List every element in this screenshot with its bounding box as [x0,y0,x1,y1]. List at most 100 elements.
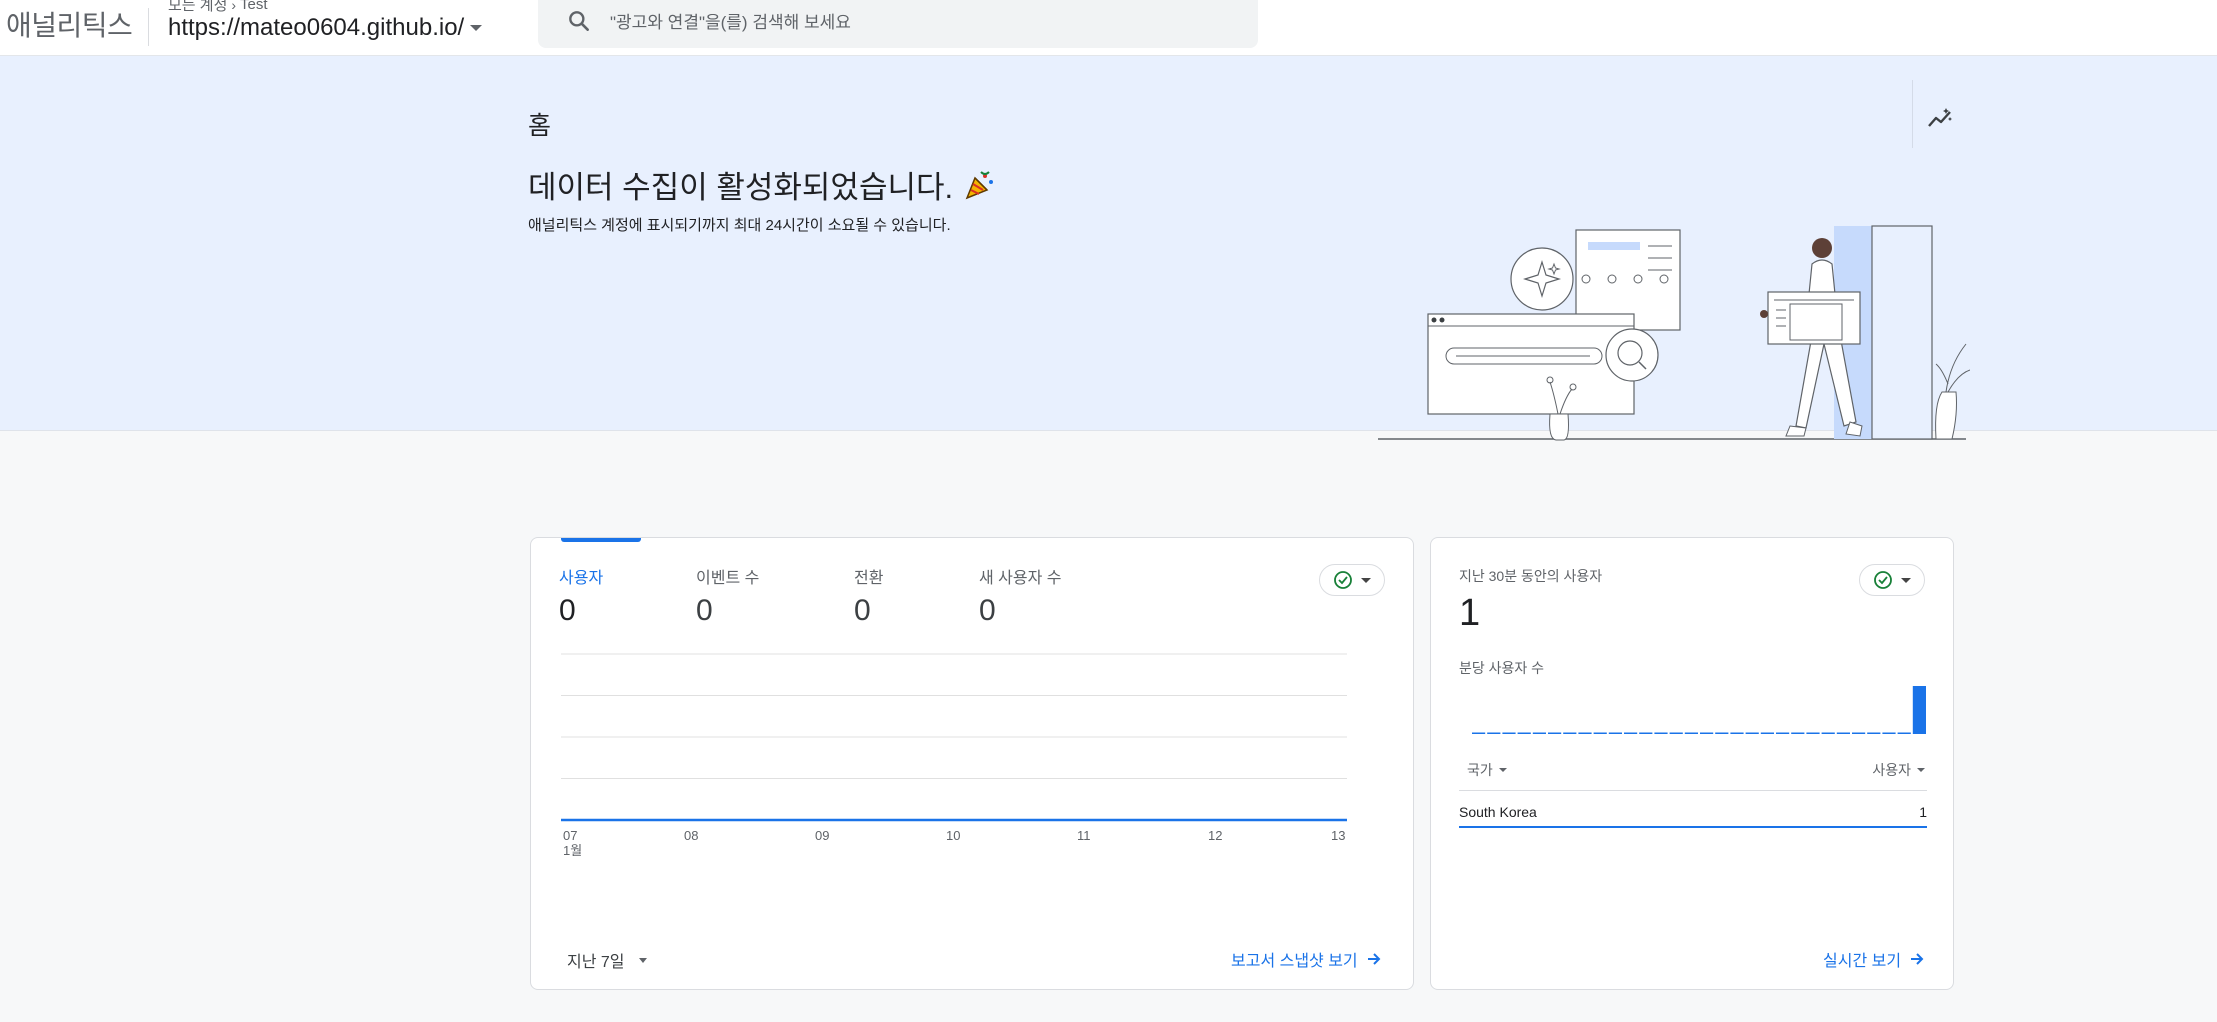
report-snapshot-link[interactable]: 보고서 스냅샷 보기 [1231,947,1382,971]
per-minute-bar [1487,732,1501,734]
chart-x-tick-label: 09 [815,828,829,843]
realtime-status-button[interactable] [1859,564,1925,596]
metric-label: 전환 [854,570,884,587]
insights-icon[interactable] [1926,104,1954,132]
check-circle-icon [1874,571,1892,589]
hero-heading: 데이터 수집이 활성화되었습니다. [528,162,997,207]
metric-value: 0 [979,594,996,627]
per-minute-bar [1517,732,1531,734]
per-minute-bar [1715,732,1729,734]
caret-down-icon [1361,577,1371,583]
per-minute-bar [1684,732,1698,734]
per-minute-bar [1548,732,1562,734]
table-row[interactable]: South Korea 1 [1459,798,1927,828]
per-minute-bar [1654,732,1668,734]
app-name[interactable]: 애널리틱스 [6,4,133,44]
users-line-chart: 07 08 09 10 11 12 13 1월 [561,653,1347,858]
metric-value: 0 [696,594,713,627]
per-minute-bar [1821,732,1835,734]
per-minute-bar [1624,732,1638,734]
header-divider [148,8,149,46]
per-minute-bar [1700,732,1714,734]
metric-users[interactable]: 사용자 0 [559,564,603,628]
caret-down-icon [1917,768,1925,772]
date-range-label: 지난 7일 [567,954,625,971]
search-icon [569,11,589,31]
country-cell: South Korea [1459,804,1537,820]
chart-grid [561,653,1347,779]
arrow-right-icon [1367,953,1381,965]
check-circle-icon [1334,571,1352,589]
hero-subtext: 애널리틱스 계정에 표시되기까지 최대 24시간이 소요될 수 있습니다. [528,217,951,234]
chart-x-tick-label: 10 [946,828,960,843]
chart-x-tick-label: 12 [1208,828,1222,843]
users-column-header[interactable]: 사용자 [1872,760,1925,780]
realtime-card: 지난 30분 동안의 사용자 1 분당 사용자 수 국가 사용자 South K… [1430,537,1954,990]
metric-value: 0 [854,594,871,627]
metric-events[interactable]: 이벤트 수 0 [696,564,759,628]
per-minute-bar [1730,732,1744,734]
per-minute-bar [1791,732,1805,734]
chart-x-tick-label: 07 [563,828,577,843]
country-column-label: 국가 [1467,762,1493,778]
party-popper-icon [965,170,994,199]
realtime-view-link[interactable]: 실시간 보기 [1823,947,1925,971]
metric-conversions[interactable]: 전환 0 [854,564,883,628]
per-minute-bar [1882,732,1896,734]
caret-down-icon [1498,768,1507,772]
arrow-right-icon [1911,953,1924,965]
account-breadcrumb[interactable]: 모든 계정 › Test [168,0,268,15]
overview-card: 사용자 0 이벤트 수 0 전환 0 새 사용자 수 0 07 08 09 10 11 1… [530,537,1414,990]
per-minute-bar [1593,732,1607,734]
per-minute-bar [1502,732,1516,734]
users-cell: 1 [1919,804,1927,820]
metric-new-users[interactable]: 새 사용자 수 0 [979,564,1062,628]
report-snapshot-label: 보고서 스냅샷 보기 [1231,953,1358,970]
hero-banner: 홈 데이터 수집이 활성화되었습니다. 애널리틱스 계정에 표시되기까지 최대 … [0,56,2217,441]
per-minute-bar [1760,732,1774,734]
per-minute-bar [1836,732,1850,734]
property-name: https://mateo0604.github.io/ [168,14,465,41]
chevron-right-icon: › [231,0,237,13]
per-minute-bar-chart [1472,686,1926,734]
per-minute-bar [1806,732,1820,734]
page-title: 홈 [528,112,552,140]
per-minute-bar [1669,732,1683,734]
per-minute-bar [1532,732,1546,734]
data-status-button[interactable] [1319,564,1385,596]
hero-illustration [1378,225,1970,441]
table-divider [1459,790,1927,791]
per-minute-bar [1608,732,1622,734]
metric-label: 이벤트 수 [696,570,760,587]
caret-down-icon [470,25,483,31]
per-minute-bar [1578,732,1592,734]
country-column-header[interactable]: 국가 [1467,760,1507,780]
insights-divider [1912,80,1913,148]
property-selector[interactable]: https://mateo0604.github.io/ [168,14,483,42]
caret-down-icon [638,957,647,963]
per-minute-bar [1563,732,1577,734]
top-bar: 애널리틱스 모든 계정 › Test https://mateo0604.git… [0,0,2217,56]
per-minute-bar [1639,732,1653,734]
realtime-view-label: 실시간 보기 [1823,953,1902,970]
realtime-label: 지난 30분 동안의 사용자 [1459,568,1603,584]
search-input[interactable]: "광고와 연결"을(를) 검색해 보세요 [610,8,851,33]
hero-heading-text: 데이터 수집이 활성화되었습니다. [528,170,954,205]
per-minute-bar [1472,732,1486,734]
chart-x-tick-label: 11 [1077,828,1091,843]
search-bar[interactable]: "광고와 연결"을(를) 검색해 보세요 [538,0,1258,48]
metric-label: 새 사용자 수 [979,570,1062,587]
per-minute-bar [1897,732,1911,734]
caret-down-icon [1901,577,1911,583]
users-column-label: 사용자 [1872,762,1911,778]
chart-x-tick-label: 08 [684,828,698,843]
chart-x-tick-label: 13 [1331,828,1345,843]
per-minute-bar [1852,732,1866,734]
realtime-value: 1 [1459,592,1481,634]
per-minute-bar [1745,732,1759,734]
per-minute-label: 분당 사용자 수 [1459,660,1545,676]
chart-x-sublabel: 1월 [563,843,582,858]
account-crumb-root: 모든 계정 [168,0,228,14]
per-minute-bar [1912,686,1926,734]
date-range-selector[interactable]: 지난 7일 [567,948,647,972]
